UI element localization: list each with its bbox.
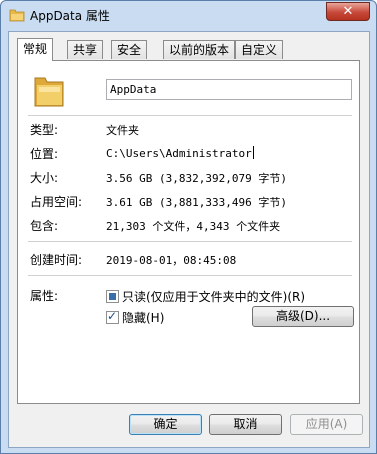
dialog-client: 常规 共享 安全 以前的版本 自定义 AppData 类型: 文件夹 位置: C… <box>8 31 370 448</box>
close-button[interactable]: ✕ <box>326 2 370 21</box>
created-value: 2019-08-01，08:45:08 <box>106 254 237 267</box>
attributes-label: 属性: <box>30 289 59 303</box>
window-title: AppData 属性 <box>30 9 110 23</box>
hidden-checkbox[interactable] <box>106 309 119 324</box>
readonly-label[interactable]: 只读(仅应用于文件夹中的文件)(R) <box>122 288 305 305</box>
tab-previous-versions[interactable]: 以前的版本 <box>163 40 236 59</box>
separator <box>28 115 352 116</box>
contains-label: 包含: <box>30 219 59 233</box>
size-label: 大小: <box>30 171 59 185</box>
tab-customize[interactable]: 自定义 <box>235 40 284 59</box>
folder-large-icon <box>34 77 64 107</box>
readonly-checkbox[interactable] <box>106 290 119 303</box>
title-bar[interactable]: AppData 属性 ✕ <box>1 1 376 29</box>
close-icon: ✕ <box>342 4 354 19</box>
separator <box>28 241 352 242</box>
location-text: C:\Users\Administrator <box>106 147 252 160</box>
tab-general-label: 常规 <box>23 42 48 56</box>
size-value: 3.56 GB (3,832,392,079 字节) <box>106 172 287 185</box>
apply-button[interactable]: 应用(A) <box>290 414 363 435</box>
tab-sharing-label: 共享 <box>73 43 98 57</box>
folder-icon <box>9 9 25 22</box>
contains-value: 21,303 个文件，4,343 个文件夹 <box>106 220 281 233</box>
tab-previous-versions-label: 以前的版本 <box>169 43 230 57</box>
type-label: 类型: <box>30 123 59 137</box>
cancel-button[interactable]: 取消 <box>209 414 282 435</box>
folder-name-field[interactable]: AppData <box>106 79 352 100</box>
type-value: 文件夹 <box>106 124 139 137</box>
location-value[interactable]: C:\Users\Administrator <box>106 146 254 160</box>
tab-security[interactable]: 安全 <box>111 40 148 59</box>
separator <box>28 275 352 276</box>
properties-window: AppData 属性 ✕ 常规 共享 安全 以前的版本 自定义 AppData … <box>0 0 377 454</box>
location-label: 位置: <box>30 147 59 161</box>
ok-button[interactable]: 确定 <box>129 414 202 435</box>
size-on-disk-value: 3.61 GB (3,881,333,496 字节) <box>106 196 287 209</box>
tab-customize-label: 自定义 <box>241 43 278 57</box>
dialog-footer: 确定 取消 应用(A) <box>9 403 371 447</box>
tab-security-label: 安全 <box>117 43 142 57</box>
size-on-disk-label: 占用空间: <box>30 195 83 209</box>
general-panel: AppData 类型: 文件夹 位置: C:\Users\Administrat… <box>17 60 360 404</box>
hidden-label[interactable]: 隐藏(H) <box>122 309 164 326</box>
advanced-button[interactable]: 高级(D)... <box>252 306 354 327</box>
tab-general[interactable]: 常规 <box>17 38 54 61</box>
text-caret <box>252 146 254 159</box>
tab-sharing[interactable]: 共享 <box>67 40 104 59</box>
created-label: 创建时间: <box>30 253 83 267</box>
